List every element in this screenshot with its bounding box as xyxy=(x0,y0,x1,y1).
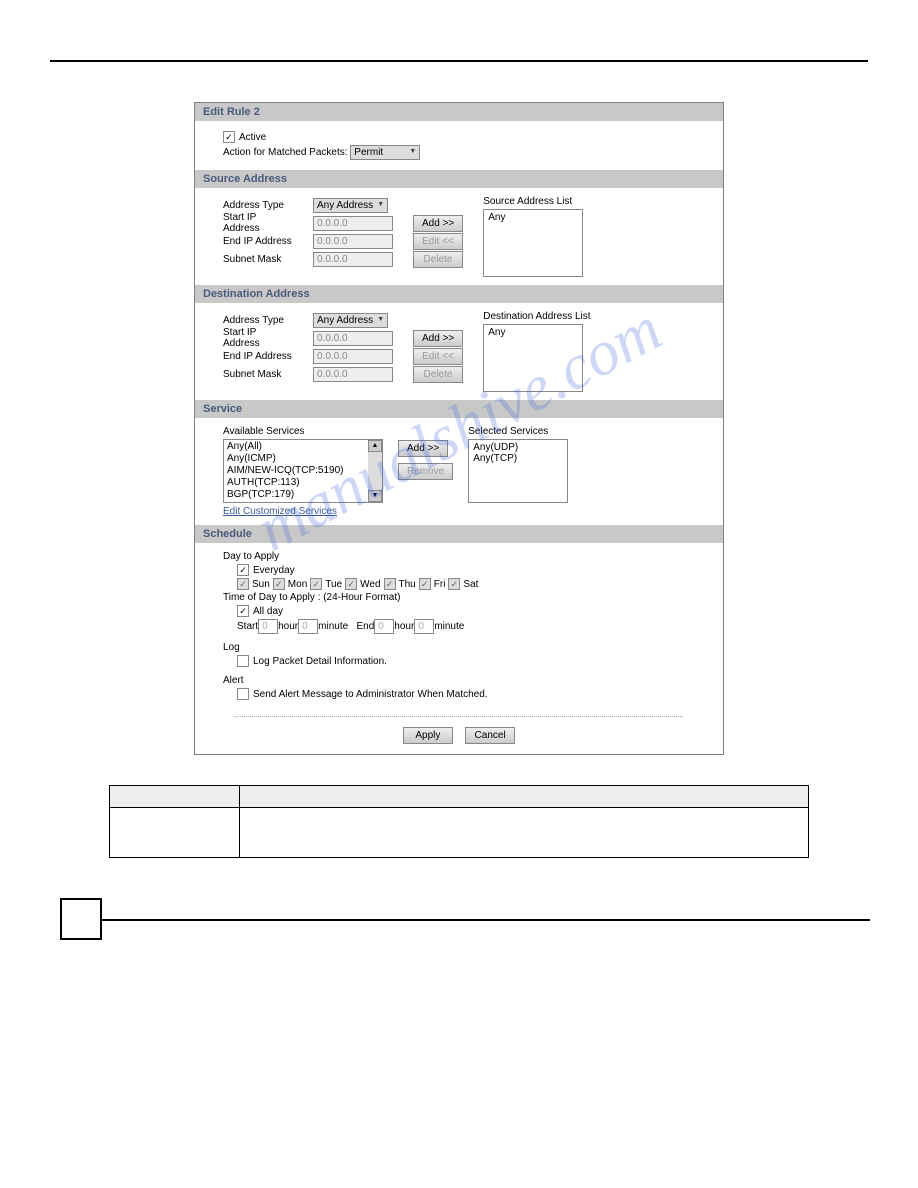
available-services-list[interactable]: Any(All) Any(ICMP) AIM/NEW-ICQ(TCP:5190)… xyxy=(223,439,383,503)
selected-services-label: Selected Services xyxy=(468,426,568,437)
table-header xyxy=(240,786,809,808)
apply-button[interactable]: Apply xyxy=(403,727,453,744)
dst-end-ip-label: End IP Address xyxy=(223,347,293,365)
src-type-select[interactable]: Any Address xyxy=(313,198,388,213)
avail-services-label: Available Services xyxy=(223,426,383,437)
dst-end-ip-input[interactable]: 0.0.0.0 xyxy=(313,349,393,364)
start-hour-input[interactable]: 0 xyxy=(258,619,278,634)
table-cell xyxy=(240,808,809,858)
minute-label: minute xyxy=(434,621,464,632)
src-subnet-input[interactable]: 0.0.0.0 xyxy=(313,252,393,267)
src-list-title: Source Address List xyxy=(483,196,583,207)
end-label: End xyxy=(357,621,375,632)
dst-start-ip-input[interactable]: 0.0.0.0 xyxy=(313,331,393,346)
src-subnet-label: Subnet Mask xyxy=(223,250,293,268)
header-rule xyxy=(50,60,868,62)
allday-label: All day xyxy=(253,606,283,617)
source-header: Source Address xyxy=(195,170,723,188)
schedule-header: Schedule xyxy=(195,525,723,543)
list-item[interactable]: Any xyxy=(488,212,578,223)
start-minute-input[interactable]: 0 xyxy=(298,619,318,634)
list-item[interactable]: Any xyxy=(488,327,578,338)
dst-list-title: Destination Address List xyxy=(483,311,590,322)
dst-subnet-label: Subnet Mask xyxy=(223,365,293,383)
active-checkbox[interactable] xyxy=(223,131,235,143)
dst-type-select[interactable]: Any Address xyxy=(313,313,388,328)
day-label: Tue xyxy=(325,579,342,590)
src-edit-button[interactable]: Edit << xyxy=(413,233,463,250)
src-add-button[interactable]: Add >> xyxy=(413,215,463,232)
dst-delete-button[interactable]: Delete xyxy=(413,366,463,383)
footer-rule xyxy=(100,919,870,921)
hour-label: hour xyxy=(278,621,298,632)
scroll-up-icon[interactable]: ▲ xyxy=(368,440,382,452)
sat-checkbox[interactable] xyxy=(448,578,460,590)
table-cell xyxy=(110,808,240,858)
page-number-box xyxy=(60,898,102,940)
start-label: Start xyxy=(237,621,258,632)
list-item[interactable]: AUTH(TCP:113) xyxy=(227,477,365,489)
cancel-button[interactable]: Cancel xyxy=(465,727,515,744)
sun-checkbox[interactable] xyxy=(237,578,249,590)
dst-edit-button[interactable]: Edit << xyxy=(413,348,463,365)
dst-list[interactable]: Any xyxy=(483,324,583,392)
day-label: Mon xyxy=(288,579,307,590)
day-label: Sun xyxy=(252,579,270,590)
alert-label: Alert xyxy=(223,675,695,686)
active-label: Active xyxy=(239,132,266,143)
end-hour-input[interactable]: 0 xyxy=(374,619,394,634)
day-to-apply-label: Day to Apply xyxy=(223,551,695,562)
service-header: Service xyxy=(195,400,723,418)
dst-add-button[interactable]: Add >> xyxy=(413,330,463,347)
list-item[interactable]: AIM/NEW-ICQ(TCP:5190) xyxy=(227,465,365,477)
alert-checkbox[interactable] xyxy=(237,688,249,700)
action-select[interactable]: Permit xyxy=(350,145,420,160)
scroll-down-icon[interactable]: ▼ xyxy=(368,490,382,502)
edit-custom-services-link[interactable]: Edit Customized Services xyxy=(223,506,337,517)
list-item[interactable]: Any(All) xyxy=(227,441,365,453)
table-header xyxy=(110,786,240,808)
day-label: Fri xyxy=(434,579,446,590)
service-remove-button[interactable]: Remove xyxy=(398,463,453,480)
dst-start-ip-label: Start IP Address xyxy=(223,329,293,347)
end-minute-input[interactable]: 0 xyxy=(414,619,434,634)
edit-rule-header: Edit Rule 2 xyxy=(195,103,723,121)
time-of-day-label: Time of Day to Apply : (24-Hour Format) xyxy=(223,592,695,603)
thu-checkbox[interactable] xyxy=(384,578,396,590)
wed-checkbox[interactable] xyxy=(345,578,357,590)
mon-checkbox[interactable] xyxy=(273,578,285,590)
day-label: Sat xyxy=(463,579,478,590)
service-add-button[interactable]: Add >> xyxy=(398,440,448,457)
list-item[interactable]: Any(UDP) xyxy=(473,442,563,453)
log-label: Log xyxy=(223,642,695,653)
description-table xyxy=(109,785,809,858)
src-list[interactable]: Any xyxy=(483,209,583,277)
scrollbar[interactable]: ▲ ▼ xyxy=(368,440,382,502)
everyday-checkbox[interactable] xyxy=(237,564,249,576)
selected-services-list[interactable]: Any(UDP) Any(TCP) xyxy=(468,439,568,503)
fri-checkbox[interactable] xyxy=(419,578,431,590)
tue-checkbox[interactable] xyxy=(310,578,322,590)
list-item[interactable]: Any(ICMP) xyxy=(227,453,365,465)
src-delete-button[interactable]: Delete xyxy=(413,251,463,268)
src-end-ip-input[interactable]: 0.0.0.0 xyxy=(313,234,393,249)
dest-header: Destination Address xyxy=(195,285,723,303)
action-label: Action for Matched Packets: xyxy=(223,147,348,158)
list-item[interactable]: Any(TCP) xyxy=(473,453,563,464)
src-start-ip-input[interactable]: 0.0.0.0 xyxy=(313,216,393,231)
src-end-ip-label: End IP Address xyxy=(223,232,293,250)
allday-checkbox[interactable] xyxy=(237,605,249,617)
src-start-ip-label: Start IP Address xyxy=(223,214,293,232)
log-detail-label: Log Packet Detail Information. xyxy=(253,656,387,667)
firewall-rule-panel: manualshive.com Edit Rule 2 Active Actio… xyxy=(194,102,724,755)
alert-detail-label: Send Alert Message to Administrator When… xyxy=(253,689,488,700)
everyday-label: Everyday xyxy=(253,565,295,576)
hour-label: hour xyxy=(394,621,414,632)
log-detail-checkbox[interactable] xyxy=(237,655,249,667)
minute-label: minute xyxy=(318,621,348,632)
day-label: Wed xyxy=(360,579,380,590)
dst-subnet-input[interactable]: 0.0.0.0 xyxy=(313,367,393,382)
day-label: Thu xyxy=(399,579,416,590)
list-item[interactable]: BGP(TCP:179) xyxy=(227,489,365,501)
